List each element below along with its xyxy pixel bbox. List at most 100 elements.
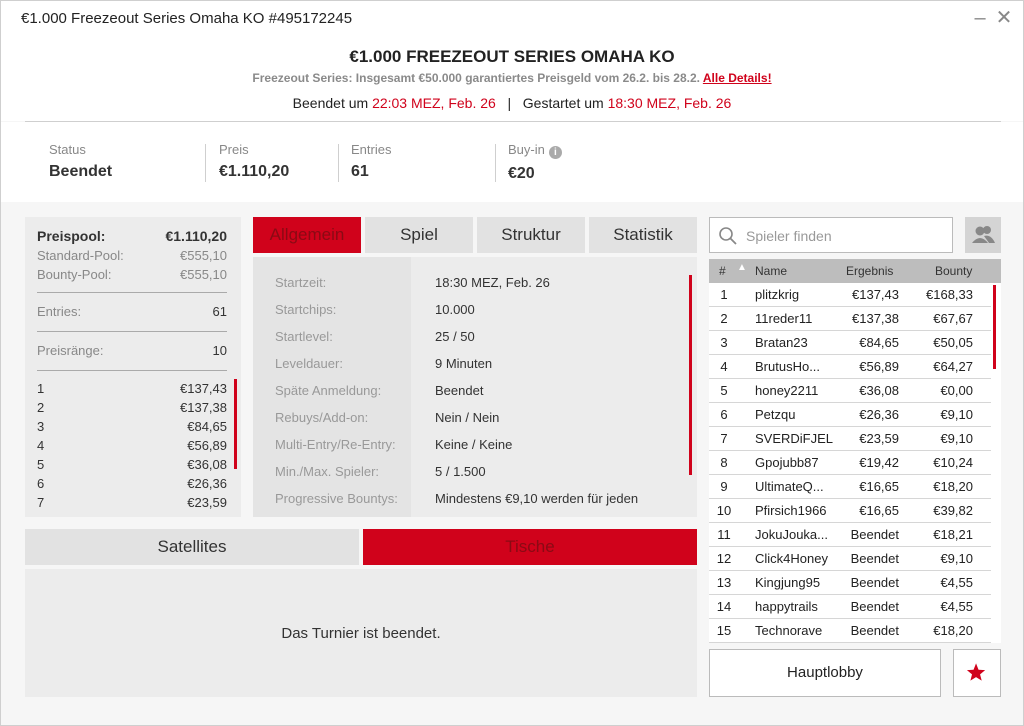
table-row[interactable]: 2 11reder11 €137,38 €67,67 (709, 307, 991, 331)
ended-time: 22:03 MEZ, Feb. 26 (372, 95, 496, 111)
prize-pool-value: €1.110,20 (165, 228, 227, 244)
player-result: Beendet (850, 551, 899, 566)
table-row[interactable]: 3 Bratan23 €84,65 €50,05 (709, 331, 991, 355)
detail-key: Progressive Bountys: (275, 491, 398, 506)
favorite-button[interactable] (953, 649, 1001, 697)
payout-list[interactable]: 1 €137,43 2 €137,38 3 €84,65 4 €56,89 5 €36,0… (37, 379, 237, 512)
tab-struktur[interactable]: Struktur (477, 217, 585, 253)
payout-row: 4 €56,89 (37, 436, 227, 455)
table-row[interactable]: 6 Petzqu €26,36 €9,10 (709, 403, 991, 427)
col-name-header[interactable]: Name (755, 264, 787, 278)
divider (37, 292, 227, 293)
detail-key: Startlevel: (275, 329, 333, 344)
payout-row: 3 €84,65 (37, 417, 227, 436)
detail-value: 9 Minuten (435, 356, 493, 371)
player-bounty: €18,20 (933, 479, 973, 494)
main-lobby-button[interactable]: Hauptlobby (709, 649, 941, 697)
prize-pool-label: Preispool: (37, 228, 106, 244)
col-bounty-header[interactable]: Bounty (935, 264, 972, 278)
payout-scrollbar[interactable] (234, 379, 237, 469)
col-result-header[interactable]: Ergebnis (846, 264, 893, 278)
table-row[interactable]: 11 JokuJouka... Beendet €18,21 (709, 523, 991, 547)
minimize-icon[interactable]: – (969, 7, 991, 29)
standard-pool-row: Standard-Pool: €555,10 (37, 246, 227, 265)
search-icon (719, 227, 737, 245)
player-rank: 9 (720, 479, 728, 494)
player-bounty: €50,05 (933, 335, 973, 350)
payout-row: 1 €137,43 (37, 379, 227, 398)
time-separator: | (507, 95, 512, 111)
player-bounty: €9,10 (940, 407, 973, 422)
player-name: Bratan23 (755, 335, 808, 350)
player-rank: 11 (717, 527, 731, 542)
players-table-header: # ▲ Name Ergebnis Bounty (709, 259, 1001, 283)
table-row[interactable]: 14 happytrails Beendet €4,55 (709, 595, 991, 619)
detail-row: Startchips: 10.000 (253, 302, 697, 329)
tab-tische[interactable]: Tische (363, 529, 697, 565)
table-row[interactable]: 13 Kingjung95 Beendet €4,55 (709, 571, 991, 595)
ended-label: Beendet um (292, 95, 369, 111)
info-tabs: Allgemein Spiel Struktur Statistik (253, 217, 697, 253)
player-result: €16,65 (859, 479, 899, 494)
player-bounty: €4,55 (940, 599, 973, 614)
players-scrollbar[interactable] (993, 285, 996, 369)
detail-key: Späte Anmeldung: (275, 383, 382, 398)
player-rank: 15 (716, 623, 732, 638)
player-rank: 3 (720, 335, 728, 350)
player-name: JokuJouka... (755, 527, 828, 542)
table-row[interactable]: 7 SVERDiFJELL €23,59 €9,10 (709, 427, 991, 451)
status-stat: Status Beendet (49, 142, 112, 181)
player-search-input[interactable] (746, 226, 946, 246)
table-row[interactable]: 15 Technorave Beendet €18,20 (709, 619, 991, 643)
prize-value: €1.110,20 (219, 163, 290, 180)
payout-place: 7 (37, 495, 45, 510)
info-icon[interactable]: i (548, 146, 562, 159)
payout-place: 6 (37, 476, 45, 491)
tab-spiel[interactable]: Spiel (365, 217, 473, 253)
player-rank: 6 (720, 407, 728, 422)
detail-row: Späte Anmeldung: Beendet (253, 383, 697, 410)
prize-ranks-value: 10 (212, 343, 227, 358)
tournament-header: €1.000 FREEZEOUT SERIES OMAHA KO Freezeo… (1, 37, 1023, 121)
table-row[interactable]: 5 honey2211 €36,08 €0,00 (709, 379, 991, 403)
player-rank: 8 (720, 455, 728, 470)
table-row[interactable]: 1 plitzkrig €137,43 €168,33 (709, 283, 991, 307)
buyin-label: Buy-in i (508, 142, 562, 159)
payout-row: 5 €36,08 (37, 455, 227, 474)
player-bounty: €18,20 (933, 623, 973, 638)
tab-satellites[interactable]: Satellites (25, 529, 359, 565)
prize-stat: Preis €1.110,20 (219, 142, 289, 181)
prize-pool-panel: Preispool: €1.110,20 Standard-Pool: €555… (25, 217, 241, 517)
table-row[interactable]: 4 BrutusHo... €56,89 €64,27 (709, 355, 991, 379)
payout-amount: €23,59 (187, 495, 227, 510)
friends-button[interactable] (965, 217, 1001, 253)
detail-value: Keine / Keine (435, 437, 513, 452)
table-row[interactable]: 8 Gpojubb87 €19,42 €10,24 (709, 451, 991, 475)
players-table[interactable]: # ▲ Name Ergebnis Bounty 1 plitzkrig €137,… (709, 259, 1001, 643)
all-details-link[interactable]: Alle Details! (703, 71, 772, 85)
detail-row: Multi-Entry/Re-Entry: Keine / Keine (253, 437, 697, 464)
bounty-pool-row: Bounty-Pool: €555,10 (37, 265, 227, 284)
general-details-panel[interactable]: Startzeit: 18:30 MEZ, Feb. 26 Startchips:… (253, 257, 697, 517)
player-bounty: €168,33 (926, 287, 973, 302)
player-name: Click4Honey (755, 551, 828, 566)
player-rank: 13 (716, 575, 732, 590)
payout-amount: €56,89 (187, 438, 227, 453)
detail-key: Startchips: (275, 302, 337, 317)
details-scrollbar[interactable] (689, 275, 692, 475)
payout-row: 6 €26,36 (37, 474, 227, 493)
tab-allgemein[interactable]: Allgemein (253, 217, 361, 253)
close-icon[interactable]: ✕ (993, 7, 1015, 29)
bounty-pool-label: Bounty-Pool: (37, 267, 112, 282)
player-bounty: €4,55 (940, 575, 973, 590)
player-result: Beendet (850, 599, 899, 614)
player-result: €26,36 (859, 407, 899, 422)
col-rank-header[interactable]: # (719, 264, 726, 278)
started-time: 18:30 MEZ, Feb. 26 (607, 95, 732, 111)
table-row[interactable]: 12 Click4Honey Beendet €9,10 (709, 547, 991, 571)
table-row[interactable]: 9 UltimateQ... €16,65 €18,20 (709, 475, 991, 499)
stat-divider (205, 144, 206, 182)
table-row[interactable]: 10 Pfirsich1966 €16,65 €39,82 (709, 499, 991, 523)
tab-statistik[interactable]: Statistik (589, 217, 697, 253)
detail-row: Rebuys/Add-on: Nein / Nein (253, 410, 697, 437)
